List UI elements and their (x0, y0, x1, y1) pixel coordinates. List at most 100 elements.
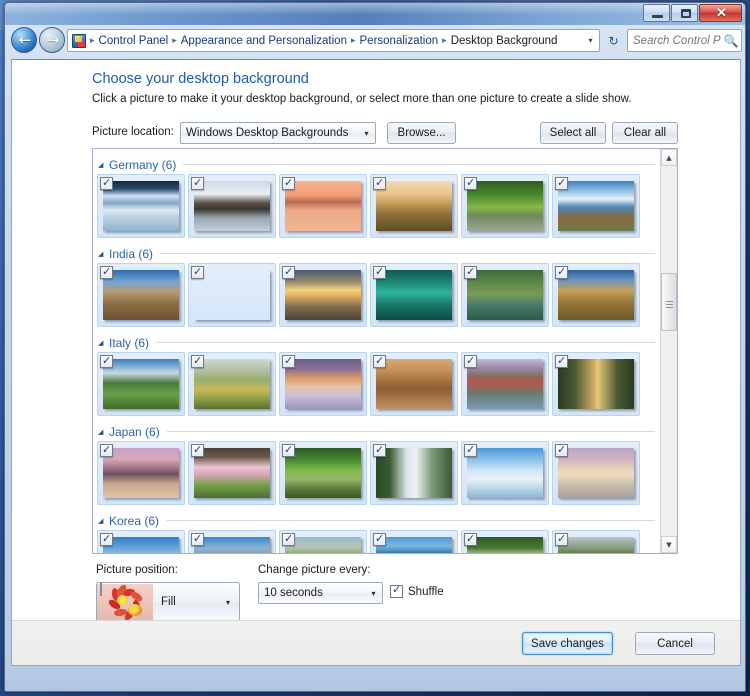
wallpaper-checkbox[interactable] (282, 354, 295, 368)
collapse-triangle-icon[interactable]: ◢ (98, 338, 109, 348)
wallpaper-checkbox[interactable] (373, 354, 386, 368)
wallpaper-checkbox[interactable] (555, 443, 568, 457)
wallpaper-thumbnail[interactable] (370, 441, 458, 505)
select-all-button[interactable]: Select all (540, 122, 606, 144)
wallpaper-group-header[interactable]: ◢ Korea (6) (93, 511, 661, 530)
browse-button[interactable]: Browse... (387, 122, 456, 144)
wallpaper-thumbnail[interactable] (461, 352, 549, 416)
wallpaper-thumbnail[interactable] (188, 530, 276, 553)
collapse-triangle-icon[interactable]: ◢ (98, 160, 109, 170)
wallpaper-checkbox[interactable] (555, 532, 568, 546)
wallpaper-checkbox[interactable] (464, 176, 477, 190)
wallpaper-group-header[interactable]: ◢ India (6) (93, 244, 661, 263)
breadcrumb-item-desktop-background[interactable]: Desktop Background (448, 34, 561, 48)
wallpaper-checkbox[interactable] (100, 265, 113, 279)
shuffle-option[interactable]: Shuffle (390, 583, 444, 598)
picture-location-dropdown[interactable]: Windows Desktop Backgrounds ▾ (180, 122, 376, 144)
scroll-up-button[interactable]: ▲ (661, 149, 677, 166)
wallpaper-checkbox[interactable] (100, 176, 113, 190)
wallpaper-checkbox[interactable] (282, 443, 295, 457)
back-button[interactable]: ← (11, 27, 37, 53)
wallpaper-group-header[interactable]: ◢ Japan (6) (93, 422, 661, 441)
wallpaper-checkbox[interactable] (555, 354, 568, 368)
wallpaper-list-scrollbar[interactable]: ▲ ▼ (660, 149, 677, 553)
maximize-button[interactable] (671, 4, 698, 22)
collapse-triangle-icon[interactable]: ◢ (98, 427, 109, 437)
wallpaper-thumbnail[interactable] (370, 352, 458, 416)
wallpaper-checkbox[interactable] (100, 354, 113, 368)
wallpaper-thumbnail[interactable] (188, 174, 276, 238)
wallpaper-thumbnail[interactable] (279, 441, 367, 505)
wallpaper-group-label: Germany (6) (109, 157, 177, 172)
scroll-down-button[interactable]: ▼ (661, 536, 677, 553)
wallpaper-thumbnail[interactable] (552, 530, 640, 553)
wallpaper-checkbox[interactable] (373, 265, 386, 279)
wallpaper-checkbox[interactable] (282, 532, 295, 546)
wallpaper-checkbox[interactable] (100, 532, 113, 546)
wallpaper-checkbox[interactable] (191, 443, 204, 457)
breadcrumb-item-appearance[interactable]: Appearance and Personalization (178, 34, 350, 48)
wallpaper-thumbnail[interactable] (97, 441, 185, 505)
cancel-button[interactable]: Cancel (635, 632, 715, 655)
clear-all-button[interactable]: Clear all (612, 122, 678, 144)
wallpaper-thumbnail[interactable] (97, 530, 185, 553)
wallpaper-checkbox[interactable] (282, 176, 295, 190)
wallpaper-checkbox[interactable] (100, 443, 113, 457)
collapse-triangle-icon[interactable]: ◢ (98, 516, 109, 526)
wallpaper-checkbox[interactable] (555, 265, 568, 279)
refresh-button[interactable]: ↻ (603, 29, 624, 52)
wallpaper-thumbnail[interactable] (97, 174, 185, 238)
address-chevron-down-icon[interactable]: ▾ (582, 36, 599, 45)
wallpaper-checkbox[interactable] (191, 265, 204, 279)
wallpaper-thumbnail[interactable] (188, 352, 276, 416)
wallpaper-checkbox[interactable] (555, 176, 568, 190)
wallpaper-checkbox[interactable] (373, 443, 386, 457)
wallpaper-checkbox[interactable] (191, 176, 204, 190)
wallpaper-checkbox[interactable] (464, 354, 477, 368)
wallpaper-thumbnail[interactable] (279, 352, 367, 416)
wallpaper-checkbox[interactable] (282, 265, 295, 279)
breadcrumb-item-control-panel[interactable]: Control Panel (96, 34, 172, 48)
wallpaper-thumbnail[interactable] (552, 352, 640, 416)
wallpaper-thumbnail[interactable] (552, 263, 640, 327)
collapse-triangle-icon[interactable]: ◢ (98, 249, 109, 259)
wallpaper-thumbnail[interactable] (188, 263, 276, 327)
wallpaper-checkbox[interactable] (373, 176, 386, 190)
wallpaper-thumbnail[interactable] (461, 441, 549, 505)
wallpaper-checkbox[interactable] (464, 265, 477, 279)
wallpaper-thumbnail[interactable] (552, 174, 640, 238)
wallpaper-thumbnail[interactable] (370, 530, 458, 553)
wallpaper-list[interactable]: ◢Germany (6)◢India (6)◢Italy (6)◢Japan (… (92, 148, 678, 554)
wallpaper-thumbnail[interactable] (97, 263, 185, 327)
wallpaper-checkbox[interactable] (191, 354, 204, 368)
wallpaper-thumbnail[interactable] (188, 441, 276, 505)
wallpaper-thumbnail[interactable] (279, 263, 367, 327)
wallpaper-checkbox[interactable] (464, 532, 477, 546)
wallpaper-thumbnail[interactable] (370, 263, 458, 327)
picture-position-dropdown[interactable]: Fill ▾ (96, 582, 240, 622)
close-button[interactable]: ✕ (699, 4, 742, 22)
search-box[interactable]: 🔍 (627, 29, 742, 52)
wallpaper-group-header[interactable]: ◢ Italy (6) (93, 333, 661, 352)
scrollbar-thumb[interactable] (661, 273, 677, 331)
save-changes-button[interactable]: Save changes (522, 632, 613, 655)
shuffle-checkbox[interactable] (390, 583, 403, 598)
wallpaper-thumbnail[interactable] (461, 174, 549, 238)
address-bar[interactable]: ▸ Control Panel ▸ Appearance and Persona… (67, 29, 600, 52)
wallpaper-thumbnail[interactable] (97, 352, 185, 416)
wallpaper-thumbnail[interactable] (461, 263, 549, 327)
wallpaper-thumbnail[interactable] (552, 441, 640, 505)
wallpaper-checkbox[interactable] (191, 532, 204, 546)
wallpaper-checkbox[interactable] (464, 443, 477, 457)
wallpaper-thumbnail[interactable] (279, 530, 367, 553)
breadcrumb-item-personalization[interactable]: Personalization (357, 34, 442, 48)
forward-button[interactable]: → (39, 27, 65, 53)
minimize-button[interactable] (643, 4, 670, 22)
wallpaper-thumbnail[interactable] (461, 530, 549, 553)
change-interval-dropdown[interactable]: 10 seconds ▾ (258, 582, 383, 604)
wallpaper-thumbnail[interactable] (370, 174, 458, 238)
search-input[interactable] (628, 34, 721, 47)
wallpaper-group-header[interactable]: ◢ Germany (6) (93, 155, 661, 174)
wallpaper-thumbnail[interactable] (279, 174, 367, 238)
wallpaper-checkbox[interactable] (373, 532, 386, 546)
